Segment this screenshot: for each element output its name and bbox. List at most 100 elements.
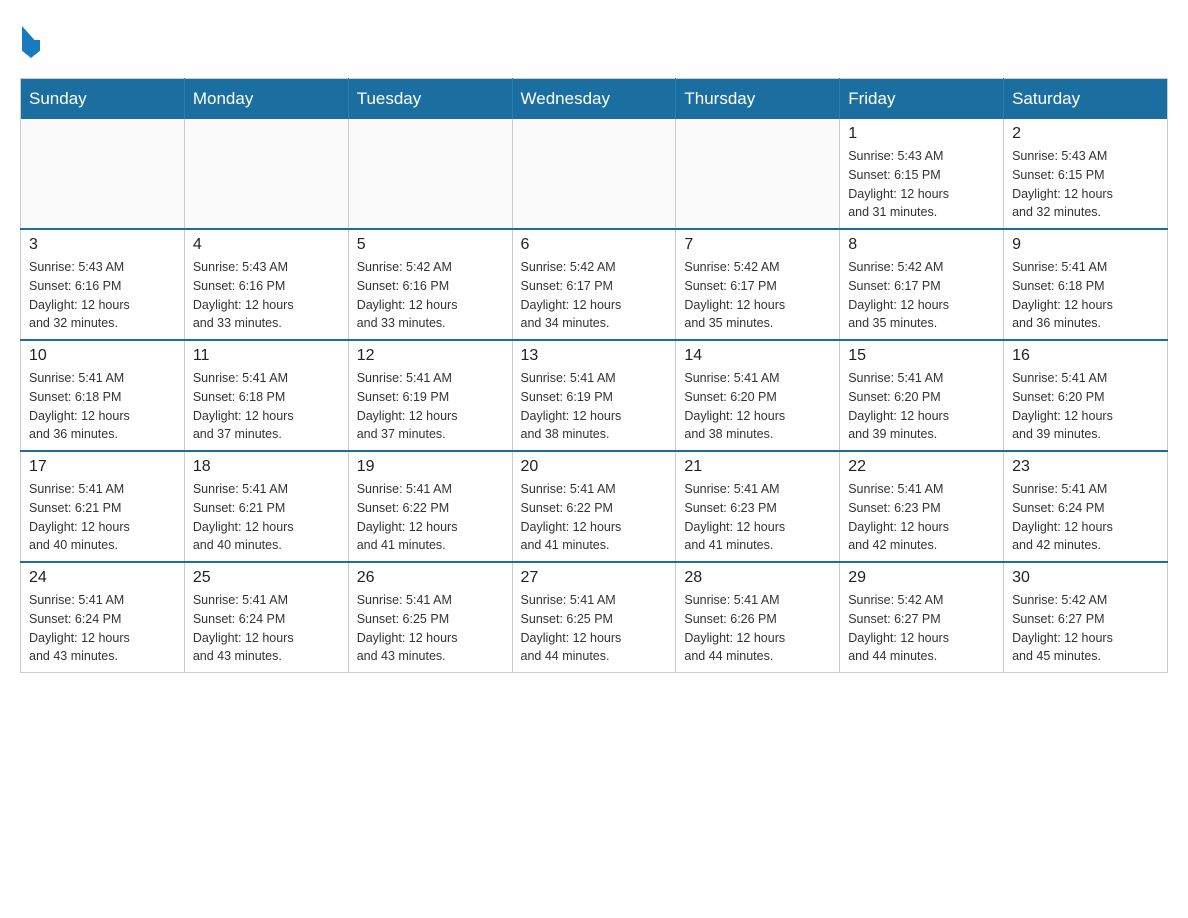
day-info: Sunrise: 5:41 AMSunset: 6:25 PMDaylight:… [521,591,668,666]
calendar-cell: 18 Sunrise: 5:41 AMSunset: 6:21 PMDayligh… [184,451,348,562]
calendar-cell: 16 Sunrise: 5:41 AMSunset: 6:20 PMDayligh… [1004,340,1168,451]
day-info: Sunrise: 5:43 AMSunset: 6:16 PMDaylight:… [193,258,340,333]
day-number: 8 [848,236,995,254]
calendar-week-4: 17 Sunrise: 5:41 AMSunset: 6:21 PMDayligh… [21,451,1168,562]
day-number: 29 [848,569,995,587]
day-number: 19 [357,458,504,476]
day-info: Sunrise: 5:41 AMSunset: 6:22 PMDaylight:… [357,480,504,555]
calendar-cell: 7 Sunrise: 5:42 AMSunset: 6:17 PMDaylight… [676,229,840,340]
logo [20,20,48,58]
day-number: 16 [1012,347,1159,365]
day-info: Sunrise: 5:41 AMSunset: 6:24 PMDaylight:… [29,591,176,666]
calendar-cell: 4 Sunrise: 5:43 AMSunset: 6:16 PMDaylight… [184,229,348,340]
day-info: Sunrise: 5:42 AMSunset: 6:16 PMDaylight:… [357,258,504,333]
day-number: 13 [521,347,668,365]
day-info: Sunrise: 5:41 AMSunset: 6:23 PMDaylight:… [684,480,831,555]
weekday-header-monday: Monday [184,79,348,120]
calendar-cell: 29 Sunrise: 5:42 AMSunset: 6:27 PMDayligh… [840,562,1004,673]
day-info: Sunrise: 5:41 AMSunset: 6:18 PMDaylight:… [29,369,176,444]
weekday-header-sunday: Sunday [21,79,185,120]
day-info: Sunrise: 5:42 AMSunset: 6:27 PMDaylight:… [848,591,995,666]
calendar-cell: 6 Sunrise: 5:42 AMSunset: 6:17 PMDaylight… [512,229,676,340]
calendar-cell: 14 Sunrise: 5:41 AMSunset: 6:20 PMDayligh… [676,340,840,451]
day-number: 20 [521,458,668,476]
day-number: 3 [29,236,176,254]
day-info: Sunrise: 5:41 AMSunset: 6:18 PMDaylight:… [193,369,340,444]
day-number: 9 [1012,236,1159,254]
calendar-cell: 22Sunrise: 5:41 AMSunset: 6:23 PMDayligh… [840,451,1004,562]
calendar-cell [676,119,840,229]
day-number: 11 [193,347,340,365]
day-info: Sunrise: 5:43 AMSunset: 6:16 PMDaylight:… [29,258,176,333]
day-number: 14 [684,347,831,365]
day-number: 25 [193,569,340,587]
day-number: 1 [848,125,995,143]
calendar-cell: 8 Sunrise: 5:42 AMSunset: 6:17 PMDaylight… [840,229,1004,340]
day-number: 27 [521,569,668,587]
day-info: Sunrise: 5:41 AMSunset: 6:20 PMDaylight:… [848,369,995,444]
day-number: 12 [357,347,504,365]
day-info: Sunrise: 5:42 AMSunset: 6:17 PMDaylight:… [521,258,668,333]
day-info: Sunrise: 5:41 AMSunset: 6:21 PMDaylight:… [193,480,340,555]
calendar-cell: 26Sunrise: 5:41 AMSunset: 6:25 PMDayligh… [348,562,512,673]
calendar-cell [512,119,676,229]
day-number: 7 [684,236,831,254]
day-info: Sunrise: 5:41 AMSunset: 6:25 PMDaylight:… [357,591,504,666]
calendar-cell [184,119,348,229]
day-info: Sunrise: 5:41 AMSunset: 6:26 PMDaylight:… [684,591,831,666]
calendar-cell: 15 Sunrise: 5:41 AMSunset: 6:20 PMDayligh… [840,340,1004,451]
weekday-header-wednesday: Wednesday [512,79,676,120]
day-info: Sunrise: 5:41 AMSunset: 6:20 PMDaylight:… [1012,369,1159,444]
day-number: 15 [848,347,995,365]
calendar-week-3: 10 Sunrise: 5:41 AMSunset: 6:18 PMDayligh… [21,340,1168,451]
day-number: 28 [684,569,831,587]
day-number: 10 [29,347,176,365]
calendar-cell: 1 Sunrise: 5:43 AMSunset: 6:15 PMDaylight… [840,119,1004,229]
calendar-cell: 20 Sunrise: 5:41 AMSunset: 6:22 PMDayligh… [512,451,676,562]
weekday-header-tuesday: Tuesday [348,79,512,120]
day-info: Sunrise: 5:43 AMSunset: 6:15 PMDaylight:… [1012,147,1159,222]
day-number: 24 [29,569,176,587]
day-info: Sunrise: 5:42 AMSunset: 6:27 PMDaylight:… [1012,591,1159,666]
calendar-week-2: 3 Sunrise: 5:43 AMSunset: 6:16 PMDaylight… [21,229,1168,340]
calendar-cell: 24 Sunrise: 5:41 AMSunset: 6:24 PMDayligh… [21,562,185,673]
calendar-cell: 5 Sunrise: 5:42 AMSunset: 6:16 PMDaylight… [348,229,512,340]
day-number: 18 [193,458,340,476]
day-number: 22 [848,458,995,476]
day-number: 23 [1012,458,1159,476]
day-number: 30 [1012,569,1159,587]
calendar-cell [21,119,185,229]
day-number: 4 [193,236,340,254]
calendar-cell: 27 Sunrise: 5:41 AMSunset: 6:25 PMDayligh… [512,562,676,673]
day-info: Sunrise: 5:41 AMSunset: 6:19 PMDaylight:… [357,369,504,444]
calendar-week-1: 1 Sunrise: 5:43 AMSunset: 6:15 PMDaylight… [21,119,1168,229]
calendar-cell: 23 Sunrise: 5:41 AMSunset: 6:24 PMDayligh… [1004,451,1168,562]
day-info: Sunrise: 5:41 AMSunset: 6:20 PMDaylight:… [684,369,831,444]
calendar-cell: 2Sunrise: 5:43 AMSunset: 6:15 PMDaylight… [1004,119,1168,229]
day-info: Sunrise: 5:41 AMSunset: 6:19 PMDaylight:… [521,369,668,444]
calendar-cell: 12 Sunrise: 5:41 AMSunset: 6:19 PMDayligh… [348,340,512,451]
day-info: Sunrise: 5:43 AMSunset: 6:15 PMDaylight:… [848,147,995,222]
calendar-cell: 3 Sunrise: 5:43 AMSunset: 6:16 PMDaylight… [21,229,185,340]
calendar-table: SundayMondayTuesdayWednesdayThursdayFrid… [20,78,1168,673]
day-info: Sunrise: 5:42 AMSunset: 6:17 PMDaylight:… [848,258,995,333]
day-number: 17 [29,458,176,476]
day-info: Sunrise: 5:41 AMSunset: 6:24 PMDaylight:… [1012,480,1159,555]
calendar-cell: 28 Sunrise: 5:41 AMSunset: 6:26 PMDayligh… [676,562,840,673]
weekday-header-thursday: Thursday [676,79,840,120]
day-number: 5 [357,236,504,254]
day-info: Sunrise: 5:41 AMSunset: 6:22 PMDaylight:… [521,480,668,555]
weekday-header-friday: Friday [840,79,1004,120]
day-info: Sunrise: 5:41 AMSunset: 6:21 PMDaylight:… [29,480,176,555]
day-info: Sunrise: 5:41 AMSunset: 6:24 PMDaylight:… [193,591,340,666]
calendar-week-5: 24 Sunrise: 5:41 AMSunset: 6:24 PMDayligh… [21,562,1168,673]
day-info: Sunrise: 5:42 AMSunset: 6:17 PMDaylight:… [684,258,831,333]
calendar-cell: 13 Sunrise: 5:41 AMSunset: 6:19 PMDayligh… [512,340,676,451]
calendar-cell: 25 Sunrise: 5:41 AMSunset: 6:24 PMDayligh… [184,562,348,673]
weekday-header-saturday: Saturday [1004,79,1168,120]
day-number: 21 [684,458,831,476]
day-number: 6 [521,236,668,254]
day-info: Sunrise: 5:41 AMSunset: 6:18 PMDaylight:… [1012,258,1159,333]
calendar-header-row: SundayMondayTuesdayWednesdayThursdayFrid… [21,79,1168,120]
page-header [20,20,1168,58]
